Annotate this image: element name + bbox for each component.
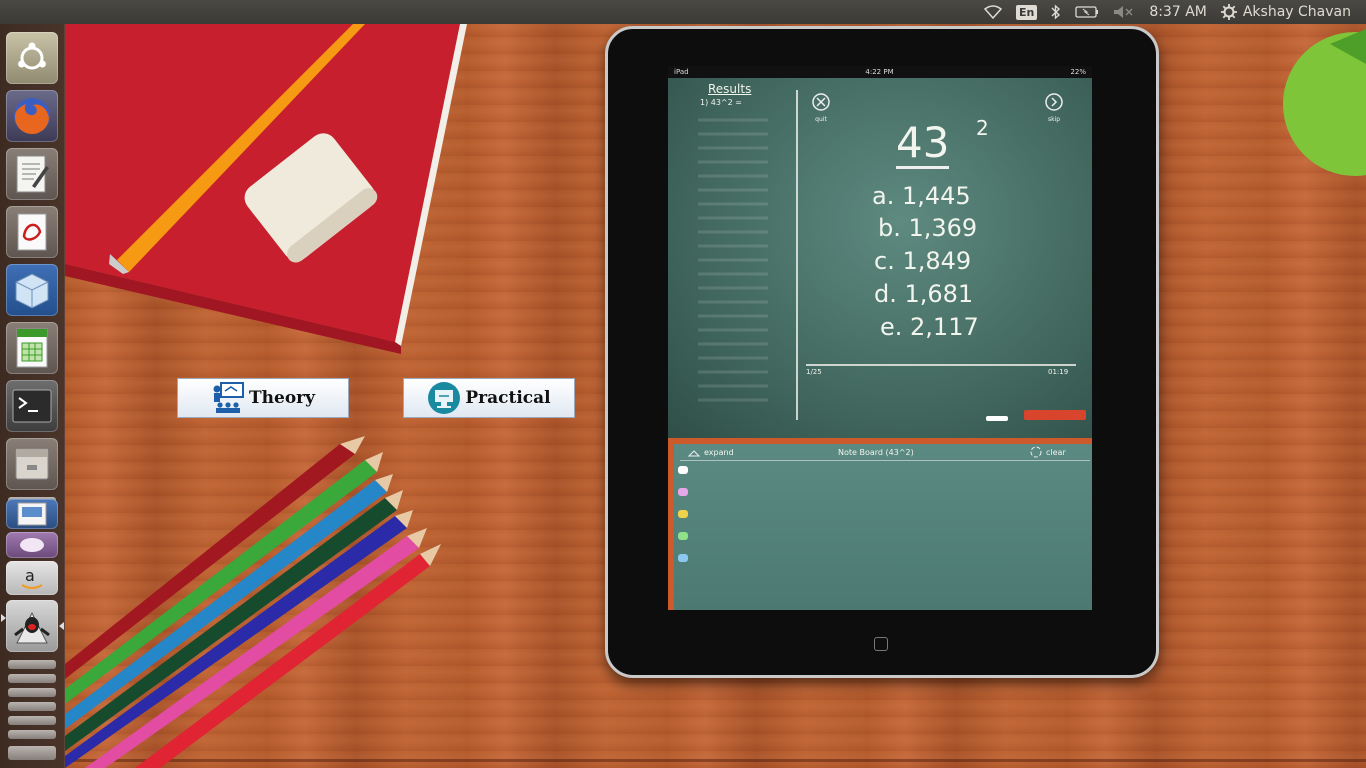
files-icon	[15, 448, 49, 480]
chalk-blue[interactable]	[678, 554, 688, 562]
computer-globe-icon	[428, 382, 461, 414]
clear-label: clear	[1046, 447, 1066, 457]
recycle-icon	[1030, 446, 1042, 458]
result-line: 1) 43^2 =	[700, 98, 742, 107]
ipad-status-bar: iPad 4:22 PM 22%	[668, 66, 1092, 78]
chalk-pink[interactable]	[678, 488, 688, 496]
launcher-impress[interactable]	[6, 499, 58, 529]
gear-icon	[1220, 4, 1237, 20]
chalk-white[interactable]	[678, 466, 688, 474]
chalk-piece	[986, 416, 1008, 421]
launcher-stack-item[interactable]	[8, 702, 56, 711]
firefox-icon	[14, 98, 50, 135]
spreadsheet-icon	[16, 328, 48, 368]
option-a[interactable]: a. 1,445	[872, 182, 971, 210]
chalk-yellow[interactable]	[678, 510, 688, 518]
timer: 01:19	[1048, 368, 1069, 376]
expand-button[interactable]: expand	[688, 448, 734, 457]
home-button	[874, 637, 888, 651]
virtualbox-icon	[15, 273, 49, 309]
java-app-icon	[14, 611, 50, 644]
chalk-color-palette	[678, 466, 688, 586]
launcher-text-editor[interactable]	[6, 148, 58, 200]
option-b[interactable]: b. 1,369	[878, 214, 977, 242]
user-name: Akshay Chavan	[1242, 4, 1351, 20]
keyboard-layout-label: En	[1015, 4, 1038, 20]
launcher-dash[interactable]	[6, 32, 58, 84]
launcher-spreadsheet[interactable]	[6, 322, 58, 374]
amazon-icon: a	[21, 566, 43, 589]
note-board-title: Note Board (43^2)	[838, 448, 914, 457]
ubuntu-dash-icon	[18, 42, 46, 70]
ipad-carrier: iPad	[674, 68, 689, 76]
launcher-stack-item[interactable]	[8, 660, 56, 669]
ipad-battery: 22%	[1070, 68, 1086, 76]
impress-icon	[17, 502, 47, 526]
option-e[interactable]: e. 2,117	[880, 313, 979, 341]
bluetooth-icon[interactable]	[1051, 4, 1061, 20]
option-d[interactable]: d. 1,681	[874, 280, 973, 308]
session-menu[interactable]: Akshay Chavan	[1220, 4, 1351, 20]
launcher-java-app[interactable]	[6, 600, 58, 652]
progress-line	[806, 364, 1076, 366]
top-panel: En 8:37 AM Akshay Chavan	[0, 0, 1366, 24]
note-board: expand Note Board (43^2) clear	[668, 438, 1092, 610]
launcher-firefox[interactable]	[6, 90, 58, 142]
launcher-virtualbox[interactable]	[6, 264, 58, 316]
volume-muted-icon[interactable]	[1113, 5, 1135, 19]
progress-counter: 1/25	[806, 368, 822, 376]
results-title: Results	[708, 82, 752, 96]
launcher-stack-item[interactable]	[8, 688, 56, 697]
app-icon	[20, 538, 44, 552]
question-exponent: 2	[976, 116, 989, 140]
text-editor-icon	[16, 155, 49, 193]
skip-label: skip	[1047, 116, 1061, 123]
chalkboard: Results 1) 43^2 = quit skip 43 2 a. 1,44…	[668, 78, 1092, 438]
board-divider	[796, 90, 798, 420]
practical-button[interactable]: Practical	[403, 378, 575, 418]
launcher-files[interactable]	[6, 438, 58, 490]
question-base: 43	[896, 118, 950, 169]
quit-button[interactable]: quit	[811, 92, 831, 123]
skip-circle-icon	[1045, 93, 1063, 111]
teacher-classroom-icon	[213, 382, 244, 413]
theory-button-label: Theory	[249, 388, 315, 408]
pdf-viewer-icon	[17, 213, 47, 251]
trash-icon[interactable]	[8, 746, 56, 760]
ipad-screen: iPad 4:22 PM 22% Results 1) 43^2 = quit …	[668, 66, 1092, 610]
expand-label: expand	[704, 448, 734, 457]
launcher-app-purple[interactable]	[6, 532, 58, 558]
launcher-trash[interactable]	[8, 730, 56, 739]
theory-button[interactable]: Theory	[177, 378, 349, 418]
faint-result-lines	[698, 118, 768, 402]
launcher-terminal[interactable]	[6, 380, 58, 432]
desktop-wallpaper: Theory Practical iPad 4:22 PM 22% Result…	[65, 24, 1366, 768]
skip-button[interactable]: skip	[1044, 92, 1064, 123]
clock[interactable]: 8:37 AM	[1149, 4, 1207, 20]
practical-button-label: Practical	[465, 388, 551, 408]
quit-label: quit	[815, 116, 827, 123]
launcher-pdf-viewer[interactable]	[6, 206, 58, 258]
launcher-stack-item[interactable]	[8, 674, 56, 683]
option-c[interactable]: c. 1,849	[874, 247, 971, 275]
eraser-piece	[1024, 410, 1086, 420]
terminal-icon	[12, 389, 52, 423]
chalk-green[interactable]	[678, 532, 688, 540]
chevron-up-icon	[688, 449, 700, 456]
close-circle-icon	[812, 93, 830, 111]
battery-icon[interactable]	[1075, 6, 1099, 18]
launcher-amazon[interactable]: a	[6, 561, 58, 595]
launcher-stack-item[interactable]	[8, 716, 56, 725]
clear-button[interactable]: clear	[1030, 446, 1066, 458]
svg-text:a: a	[25, 566, 35, 585]
launcher: a	[0, 24, 65, 768]
ipad-time: 4:22 PM	[865, 68, 894, 76]
focus-indicator	[59, 622, 64, 630]
wifi-icon[interactable]	[983, 5, 1002, 19]
ipad-illustration: iPad 4:22 PM 22% Results 1) 43^2 = quit …	[605, 26, 1159, 678]
keyboard-layout-indicator[interactable]: En	[1015, 4, 1038, 20]
